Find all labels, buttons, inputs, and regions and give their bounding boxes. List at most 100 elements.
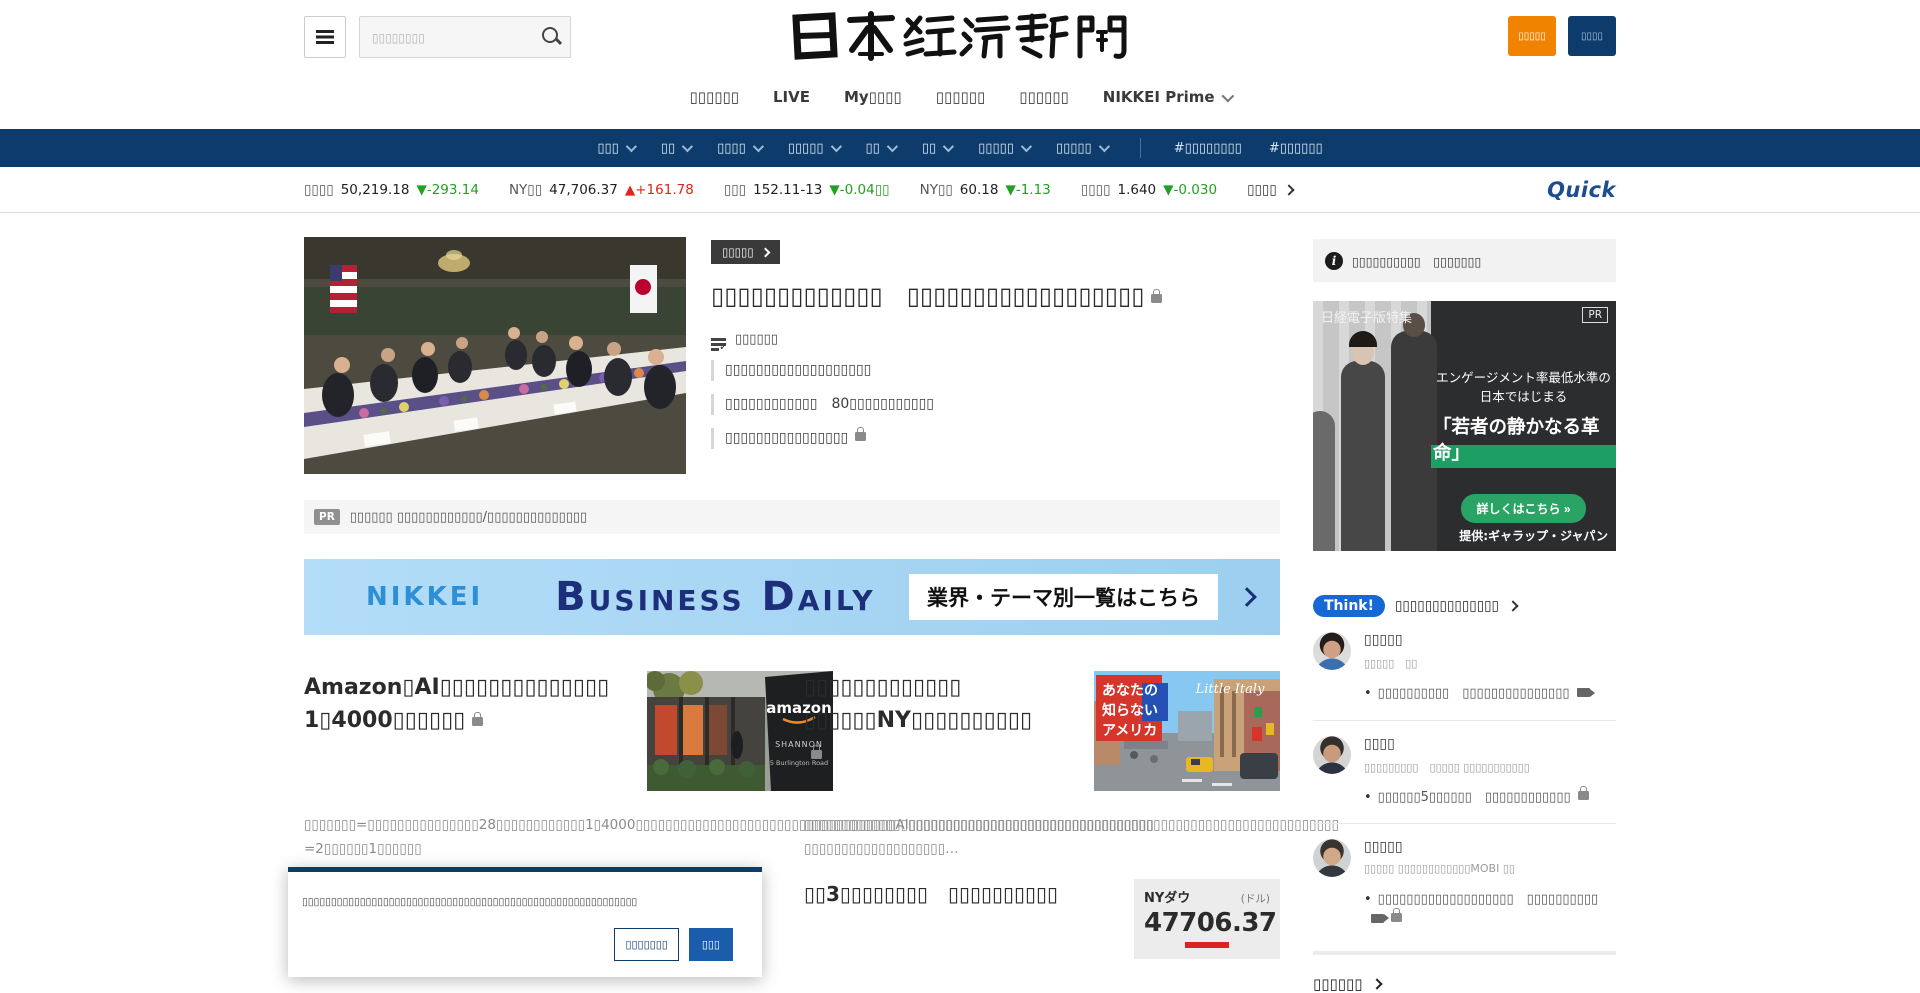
chevron-right-icon [1507,600,1518,611]
expert-comment[interactable]: •▯▯▯▯▯▯5▯▯▯▯▯▯ ▯▯▯▯▯▯▯▯▯▯▯▯ [1364,788,1616,808]
quick-logo[interactable]: Quick [1547,178,1616,202]
article-right-sub: ▯▯3▯▯▯▯▯▯▯▯ ▯▯▯▯▯▯▯▯▯▯ NYダウ (ドル) 47706.3… [804,879,1280,959]
expert-name[interactable]: ▯▯▯▯ [1364,736,1530,752]
sidebar: i ▯▯▯▯▯▯▯▯▯▯ ▯▯▯▯▯▯▯ 日経電子版特集 PR エンゲージメント… [1313,237,1616,993]
article-left-body[interactable]: ▯▯▯▯▯▯▯=▯▯▯▯▯▯▯▯▯▯▯▯▯▯▯28▯▯▯▯▯▯▯▯▯▯▯▯1▯4… [304,815,792,837]
svg-text:Little Italy: Little Italy [1195,682,1265,697]
related-link-2[interactable]: ▯▯▯▯▯▯▯▯▯▯▯▯▯▯▯▯ [711,428,1280,449]
avatar[interactable] [1313,839,1351,877]
lock-icon [1151,294,1162,303]
ticker-more-link[interactable]: ▯▯▯▯ [1247,182,1293,198]
expert-item-0: ▯▯▯▯▯ ▯▯▯▯▯ ▯▯ •▯▯▯▯▯▯▯▯▯▯ ▯▯▯▯▯▯▯▯▯▯▯▯▯… [1313,617,1616,720]
think-section-header[interactable]: Think! ▯▯▯▯▯▯▯▯▯▯▯▯▯▯ [1313,595,1616,617]
chevron-down-icon [626,141,637,152]
banner-cta[interactable]: 業界・テーマ別一覧はこちら [909,574,1218,620]
featured-headline[interactable]: ▯▯▯▯▯▯▯▯▯▯▯▯▯ ▯▯▯▯▯▯▯▯▯▯▯▯▯▯▯▯▯▯ [711,280,1280,314]
quote-ny-dow[interactable]: NY▯▯ 47,706.37 ▲+161.78 [509,182,694,198]
related-link-0[interactable]: ▯▯▯▯▯▯▯▯▯▯▯▯▯▯▯▯▯▯▯ [711,360,1280,381]
video-icon [1577,688,1590,697]
expert-comment[interactable]: •▯▯▯▯▯▯▯▯▯▯ ▯▯▯▯▯▯▯▯▯▯▯▯▯▯▯ [1364,684,1616,704]
menu-button[interactable] [304,16,346,58]
info-icon: i [1325,252,1343,270]
nikkei-logo[interactable] [788,10,1132,62]
ad-cta-button[interactable]: 詳しくはこちら » [1461,494,1585,523]
lock-icon [1391,913,1402,922]
pr-row[interactable]: PR ▯▯▯▯▯▯ ▯▯▯▯▯▯▯▯▯▯▯▯/▯▯▯▯▯▯▯▯▯▯▯▯▯▯ [304,500,1280,534]
nav-item-1[interactable]: ▯▯ [661,141,690,156]
quote-ny-oil[interactable]: NY▯▯ 60.18 ▼-1.13 [920,182,1051,198]
ny-dow-label: NYダウ [1144,887,1190,906]
nav-item-0[interactable]: ▯▯▯ [597,141,633,156]
chevron-right-icon [760,247,770,257]
article-right-headline[interactable]: ▯▯▯▯▯▯▯▯▯▯▯▯▯ ▯▯▯▯▯▯NY▯▯▯▯▯▯▯▯▯▯ [804,671,1078,791]
nav-hashtag-0[interactable]: #▯▯▯▯▯▯▯▯ [1174,141,1242,156]
cookie-settings-button[interactable]: ▯▯▯▯▯▯▯ [614,928,678,961]
avatar[interactable] [1313,632,1351,670]
subnav-item-3[interactable]: ▯▯▯▯▯▯ [936,88,986,106]
header: ▯▯▯▯▯ ▯▯▯▯ ▯▯▯▯▯▯ LIVE My▯▯▯▯ ▯▯▯▯▯▯ ▯▯▯… [0,0,1920,129]
ny-dow-unit: (ドル) [1241,891,1270,906]
chevron-down-icon [752,141,763,152]
subnav-item-4[interactable]: ▯▯▯▯▯▯ [1019,88,1069,106]
sidebar-ad[interactable]: 日経電子版特集 PR エンゲージメント率最低水準の 日本ではじまる 「若者の静か… [1313,301,1616,551]
chevron-right-icon [1237,587,1257,607]
summary-row[interactable]: ▯▯▯▯▯▯ [711,332,1280,347]
article-right: ▯▯▯▯▯▯▯▯▯▯▯▯▯ ▯▯▯▯▯▯NY▯▯▯▯▯▯▯▯▯▯ [804,671,1280,959]
search-input[interactable] [370,17,534,59]
subnav-item-live[interactable]: LIVE [773,88,810,106]
pr-text: ▯▯▯▯▯▯ ▯▯▯▯▯▯▯▯▯▯▯▯/▯▯▯▯▯▯▯▯▯▯▯▯▯▯ [350,510,587,525]
nav-item-4[interactable]: ▯▯ [866,141,895,156]
expert-head: ▯▯▯▯▯ ▯▯▯▯▯ ▯▯▯▯▯▯▯▯▯▯▯▯MOBI ▯▯ [1313,839,1616,877]
ny-dow-chart-fragment [1185,942,1229,948]
business-daily-banner[interactable]: NIKKEI Business Daily 業界・テーマ別一覧はこちら [304,559,1280,635]
quote-jgb[interactable]: ▯▯▯▯ 1.640 ▼-0.030 [1081,182,1217,198]
article-sub-headline[interactable]: ▯▯3▯▯▯▯▯▯▯▯ ▯▯▯▯▯▯▯▯▯▯ [804,879,1118,909]
register-button[interactable]: ▯▯▯▯▯ [1508,16,1556,56]
nav-hashtag-1[interactable]: #▯▯▯▯▯▯ [1269,141,1323,156]
featured-photo[interactable] [304,237,686,474]
sidebar-divider [1313,951,1616,955]
chevron-down-icon [830,141,841,152]
subnav-item-my[interactable]: My▯▯▯▯ [844,88,902,106]
nav-item-7[interactable]: ▯▯▯▯▯ [1056,141,1107,156]
sidebar-footer-link[interactable]: ▯▯▯▯▯▯ [1313,975,1616,993]
subnav-item-nikkei-prime[interactable]: NIKKEI Prime [1103,88,1231,106]
nav-item-6[interactable]: ▯▯▯▯▯ [978,141,1029,156]
nav-item-5[interactable]: ▯▯ [922,141,951,156]
avatar[interactable] [1313,736,1351,774]
video-icon [1371,914,1384,923]
subnav: ▯▯▯▯▯▯ LIVE My▯▯▯▯ ▯▯▯▯▯▯ ▯▯▯▯▯▯ NIKKEI … [0,88,1920,106]
header-left-group [304,16,571,58]
nav-divider [1140,138,1141,158]
header-right-group: ▯▯▯▯▯ ▯▯▯▯ [1508,16,1616,56]
related-link-1[interactable]: ▯▯▯▯▯▯▯▯▯▯▯▯ 80▯▯▯▯▯▯▯▯▯▯▯ [711,394,1280,415]
nav-item-2[interactable]: ▯▯▯▯ [717,141,761,156]
expert-name[interactable]: ▯▯▯▯▯ [1364,839,1515,855]
article-left-headline[interactable]: Amazon▯AI▯▯▯▯▯▯▯▯▯▯▯▯▯▯ 1▯4000▯▯▯▯▯▯ [304,671,631,791]
quote-nikkei225[interactable]: ▯▯▯▯ 50,219.18 ▼-293.14 [304,182,479,198]
cookie-accept-button[interactable]: ▯▯▯ [689,928,733,961]
nav-item-3[interactable]: ▯▯▯▯▯ [788,141,839,156]
ad-line-2: 日本ではじまる [1480,386,1568,405]
article-right-body[interactable]: ▯▯▯▯▯▯▯▯▯▯▯▯▯▯▯▯▯▯▯▯▯▯▯▯▯▯▯▯▯▯▯▯▯▯▯▯▯▯▯▯… [804,815,1280,837]
ticker-inner: ▯▯▯▯ 50,219.18 ▼-293.14 NY▯▯ 47,706.37 ▲… [304,178,1616,202]
quote-fx[interactable]: ▯▯▯ 152.11-13 ▼-0.04▯▯ [724,182,890,198]
search-box [359,16,571,58]
article-right-photo[interactable]: Little Italy あなたの 知らない アメリカ [1094,671,1280,791]
featured-category-badge[interactable]: ▯▯▯▯▯ [711,240,780,264]
ad-headline: 「若者の静かなる革命」 [1431,413,1616,468]
sidebar-info-bar[interactable]: i ▯▯▯▯▯▯▯▯▯▯ ▯▯▯▯▯▯▯ [1313,239,1616,282]
expert-comment[interactable]: •▯▯▯▯▯▯▯▯▯▯▯▯▯▯▯▯▯▯▯ ▯▯▯▯▯▯▯▯▯▯ [1364,890,1616,929]
featured-text: ▯▯▯▯▯ ▯▯▯▯▯▯▯▯▯▯▯▯▯ ▯▯▯▯▯▯▯▯▯▯▯▯▯▯▯▯▯▯ ▯… [711,237,1280,474]
ny-dow-widget[interactable]: NYダウ (ドル) 47706.37 [1134,879,1280,959]
ad-text: エンゲージメント率最低水準の 日本ではじまる 「若者の静かなる革命」 詳しくはこ… [1431,301,1616,551]
market-ticker: ▯▯▯▯ 50,219.18 ▼-293.14 NY▯▯ 47,706.37 ▲… [0,167,1920,213]
ad-pr-badge: PR [1582,307,1608,323]
expert-name[interactable]: ▯▯▯▯▯ [1364,632,1417,648]
expert-title: ▯▯▯▯▯ ▯▯▯▯▯▯▯▯▯▯▯▯MOBI ▯▯ [1364,862,1515,875]
search-icon[interactable] [542,27,558,43]
svg-text:あなたの: あなたの [1102,683,1158,699]
expert-head: ▯▯▯▯ ▯▯▯▯▯▯▯▯▯ ▯▯▯▯▯ ▯▯▯▯▯▯▯▯▯▯▯ [1313,736,1616,775]
login-button[interactable]: ▯▯▯▯ [1568,16,1616,56]
subnav-item-0[interactable]: ▯▯▯▯▯▯ [689,88,739,106]
